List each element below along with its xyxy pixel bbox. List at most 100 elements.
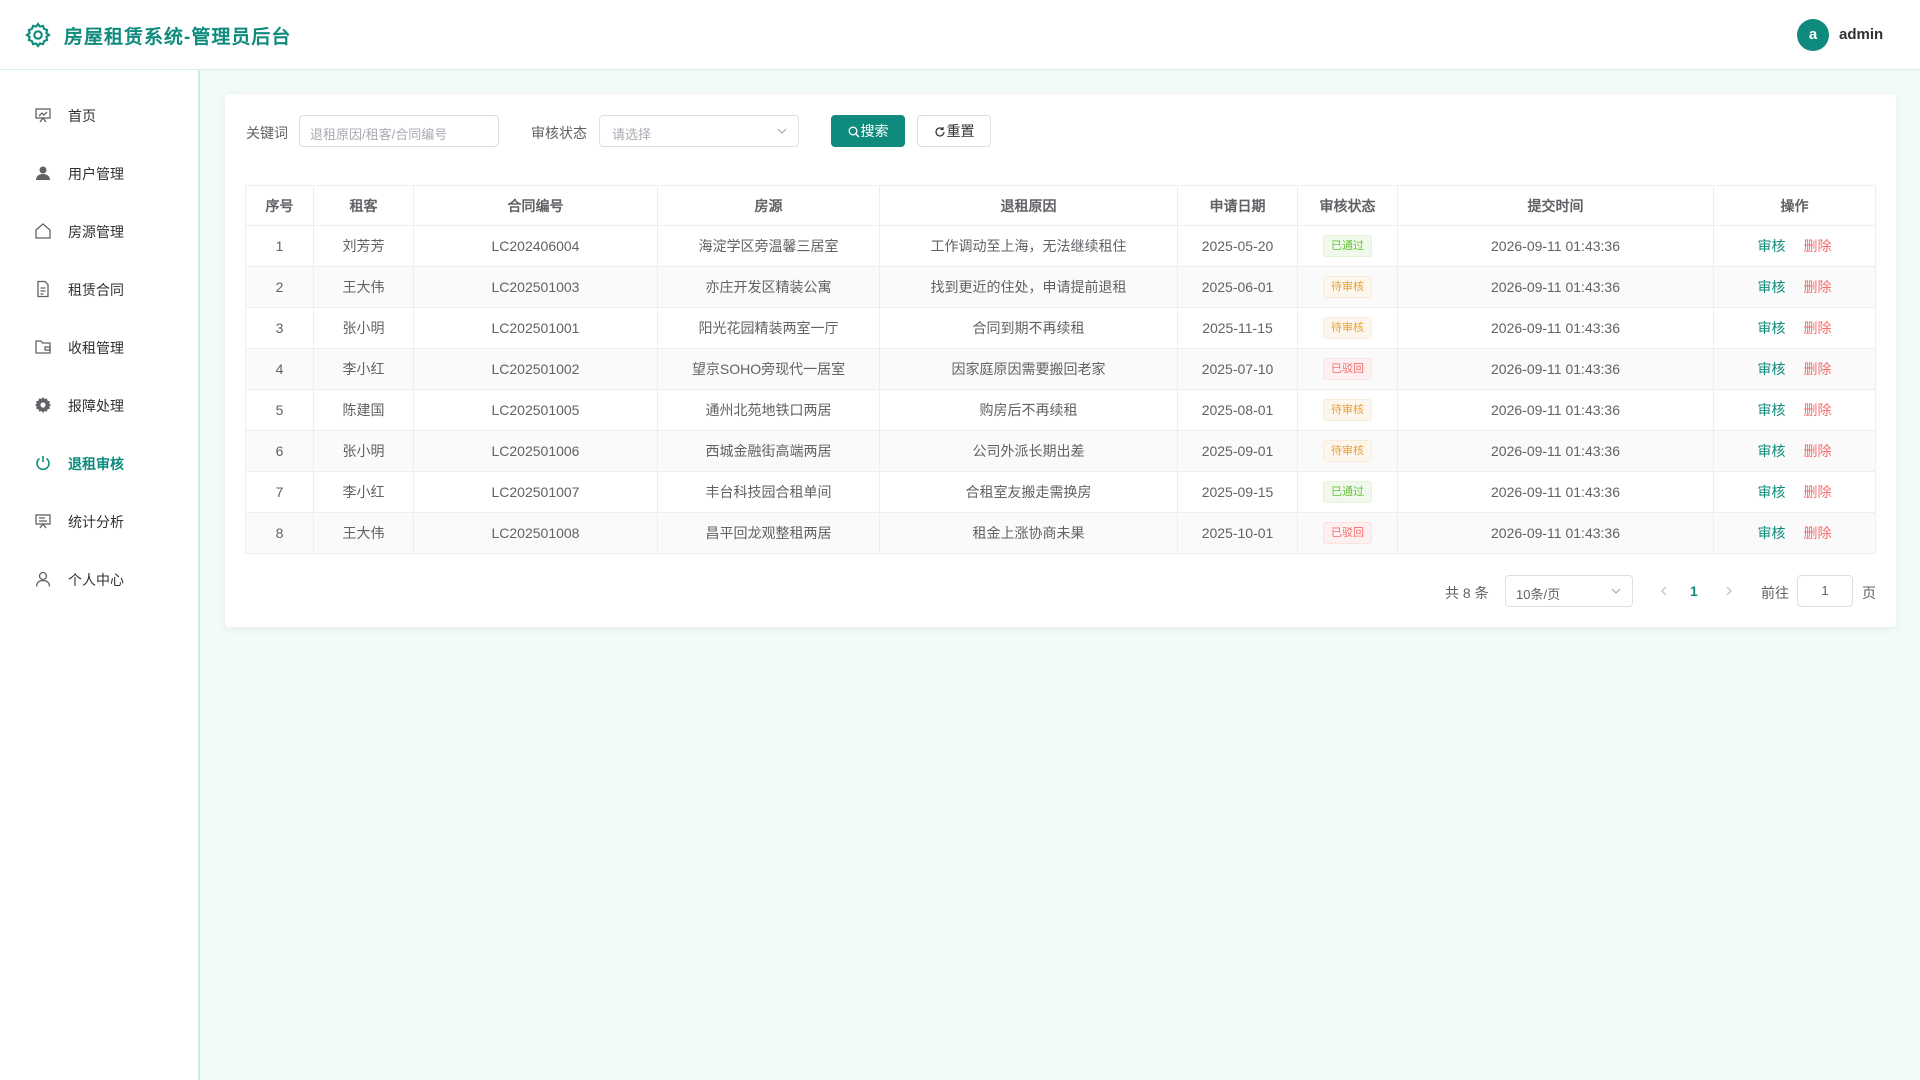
status-cell: 待审核 [1297,307,1398,349]
delete-button[interactable]: 删除 [1804,318,1832,338]
delete-button[interactable]: 删除 [1804,400,1832,420]
property-cell: 昌平回龙观整租两居 [657,512,880,554]
row-index: 2 [245,266,314,308]
reset-button[interactable]: 重置 [917,115,991,147]
review-button[interactable]: 审核 [1758,482,1786,502]
checkout-table: 序号 租客 合同编号 房源 退租原因 申请日期 审核状态 提交时间 操作 1 刘芳… [245,185,1876,554]
prev-page-icon[interactable] [1658,585,1670,597]
app-title: 房屋租赁系统-管理员后台 [64,27,292,48]
review-button[interactable]: 审核 [1758,441,1786,461]
tenant-cell: 张小明 [313,430,414,472]
review-button[interactable]: 审核 [1758,400,1786,420]
review-button[interactable]: 审核 [1758,359,1786,379]
page-size-select[interactable]: 10条/页 [1505,575,1633,607]
column-header: 合同编号 [413,185,658,226]
page-suffix: 页 [1862,585,1876,601]
row-index: 6 [245,430,314,472]
status-select[interactable]: 请选择 [599,115,799,147]
column-header: 操作 [1713,185,1876,226]
actions-cell: 审核 删除 [1713,471,1876,513]
reason-cell: 因家庭原因需要搬回老家 [879,348,1178,390]
column-header: 审核状态 [1297,185,1398,226]
chart-icon [35,514,51,529]
page-number-current[interactable]: 1 [1690,583,1698,599]
status-placeholder: 请选择 [612,127,652,142]
actions-cell: 审核 删除 [1713,430,1876,472]
reason-cell: 合租室友搬走需换房 [879,471,1178,513]
date-cell: 2025-10-01 [1177,512,1298,554]
review-button[interactable]: 审核 [1758,523,1786,543]
property-cell: 亦庄开发区精装公寓 [657,266,880,308]
status-cell: 待审核 [1297,266,1398,308]
sidebar-item-repairs[interactable]: 报障处理 [0,376,198,434]
contract-cell: LC202501005 [413,389,658,431]
tenant-cell: 李小红 [313,348,414,390]
chevron-down-icon [777,128,787,134]
date-cell: 2025-09-15 [1177,471,1298,513]
review-button[interactable]: 审核 [1758,277,1786,297]
sidebar-item-contracts[interactable]: 租赁合同 [0,260,198,318]
submitted-cell: 2026-09-11 01:43:36 [1397,430,1714,472]
folder-icon [35,340,51,354]
delete-button[interactable]: 删除 [1804,523,1832,543]
sidebar-item-label: 租赁合同 [68,282,124,298]
goto-label: 前往 [1761,585,1789,601]
gear-logo-icon [25,22,51,48]
property-cell: 丰台科技园合租单间 [657,471,880,513]
sidebar-item-rent[interactable]: 收租管理 [0,318,198,376]
date-cell: 2025-06-01 [1177,266,1298,308]
delete-button[interactable]: 删除 [1804,441,1832,461]
date-cell: 2025-09-01 [1177,430,1298,472]
contract-cell: LC202501007 [413,471,658,513]
reason-cell: 合同到期不再续租 [879,307,1178,349]
table-row: 1 刘芳芳 LC202406004 海淀学区旁温馨三居室 工作调动至上海，无法继续租住 2… [245,225,1876,267]
delete-button[interactable]: 删除 [1804,359,1832,379]
sidebar-item-home[interactable]: 首页 [0,86,198,144]
delete-button[interactable]: 删除 [1804,482,1832,502]
status-label: 审核状态 [531,125,587,141]
status-badge: 已通过 [1323,235,1372,257]
actions-cell: 审核 删除 [1713,348,1876,390]
sidebar-item-checkout-review[interactable]: 退租审核 [0,434,198,492]
status-badge: 已驳回 [1323,358,1372,380]
sidebar-item-users[interactable]: 用户管理 [0,144,198,202]
submitted-cell: 2026-09-11 01:43:36 [1397,307,1714,349]
sidebar-item-statistics[interactable]: 统计分析 [0,492,198,550]
page-size-value: 10条/页 [1516,587,1561,602]
column-header: 序号 [245,185,314,226]
keyword-input[interactable]: 退租原因/租客/合同编号 [299,115,499,147]
review-button[interactable]: 审核 [1758,236,1786,256]
sidebar-item-profile[interactable]: 个人中心 [0,550,198,608]
reason-cell: 找到更近的住处，申请提前退租 [879,266,1178,308]
sidebar-item-properties[interactable]: 房源管理 [0,202,198,260]
keyword-label: 关键词 [246,125,288,141]
avatar[interactable]: a [1797,19,1829,51]
row-index: 4 [245,348,314,390]
person-icon [35,571,51,587]
actions-cell: 审核 删除 [1713,225,1876,267]
column-header: 租客 [313,185,414,226]
property-cell: 通州北苑地铁口两居 [657,389,880,431]
tenant-cell: 王大伟 [313,266,414,308]
date-cell: 2025-07-10 [1177,348,1298,390]
table-row: 3 张小明 LC202501001 阳光花园精装两室一厅 合同到期不再续租 2025-11… [245,307,1876,349]
goto-page-input[interactable]: 1 [1797,575,1853,607]
sidebar-item-label: 房源管理 [68,224,124,240]
document-icon [37,280,49,298]
power-icon [36,456,50,471]
username[interactable]: admin [1839,26,1883,43]
submitted-cell: 2026-09-11 01:43:36 [1397,225,1714,267]
next-page-icon[interactable] [1723,585,1735,597]
actions-cell: 审核 删除 [1713,266,1876,308]
row-index: 7 [245,471,314,513]
property-cell: 海淀学区旁温馨三居室 [657,225,880,267]
status-cell: 已通过 [1297,225,1398,267]
status-cell: 已驳回 [1297,348,1398,390]
submitted-cell: 2026-09-11 01:43:36 [1397,389,1714,431]
search-button[interactable]: 搜索 [831,115,905,147]
reason-cell: 购房后不再续租 [879,389,1178,431]
column-header: 申请日期 [1177,185,1298,226]
delete-button[interactable]: 删除 [1804,277,1832,297]
review-button[interactable]: 审核 [1758,318,1786,338]
delete-button[interactable]: 删除 [1804,236,1832,256]
